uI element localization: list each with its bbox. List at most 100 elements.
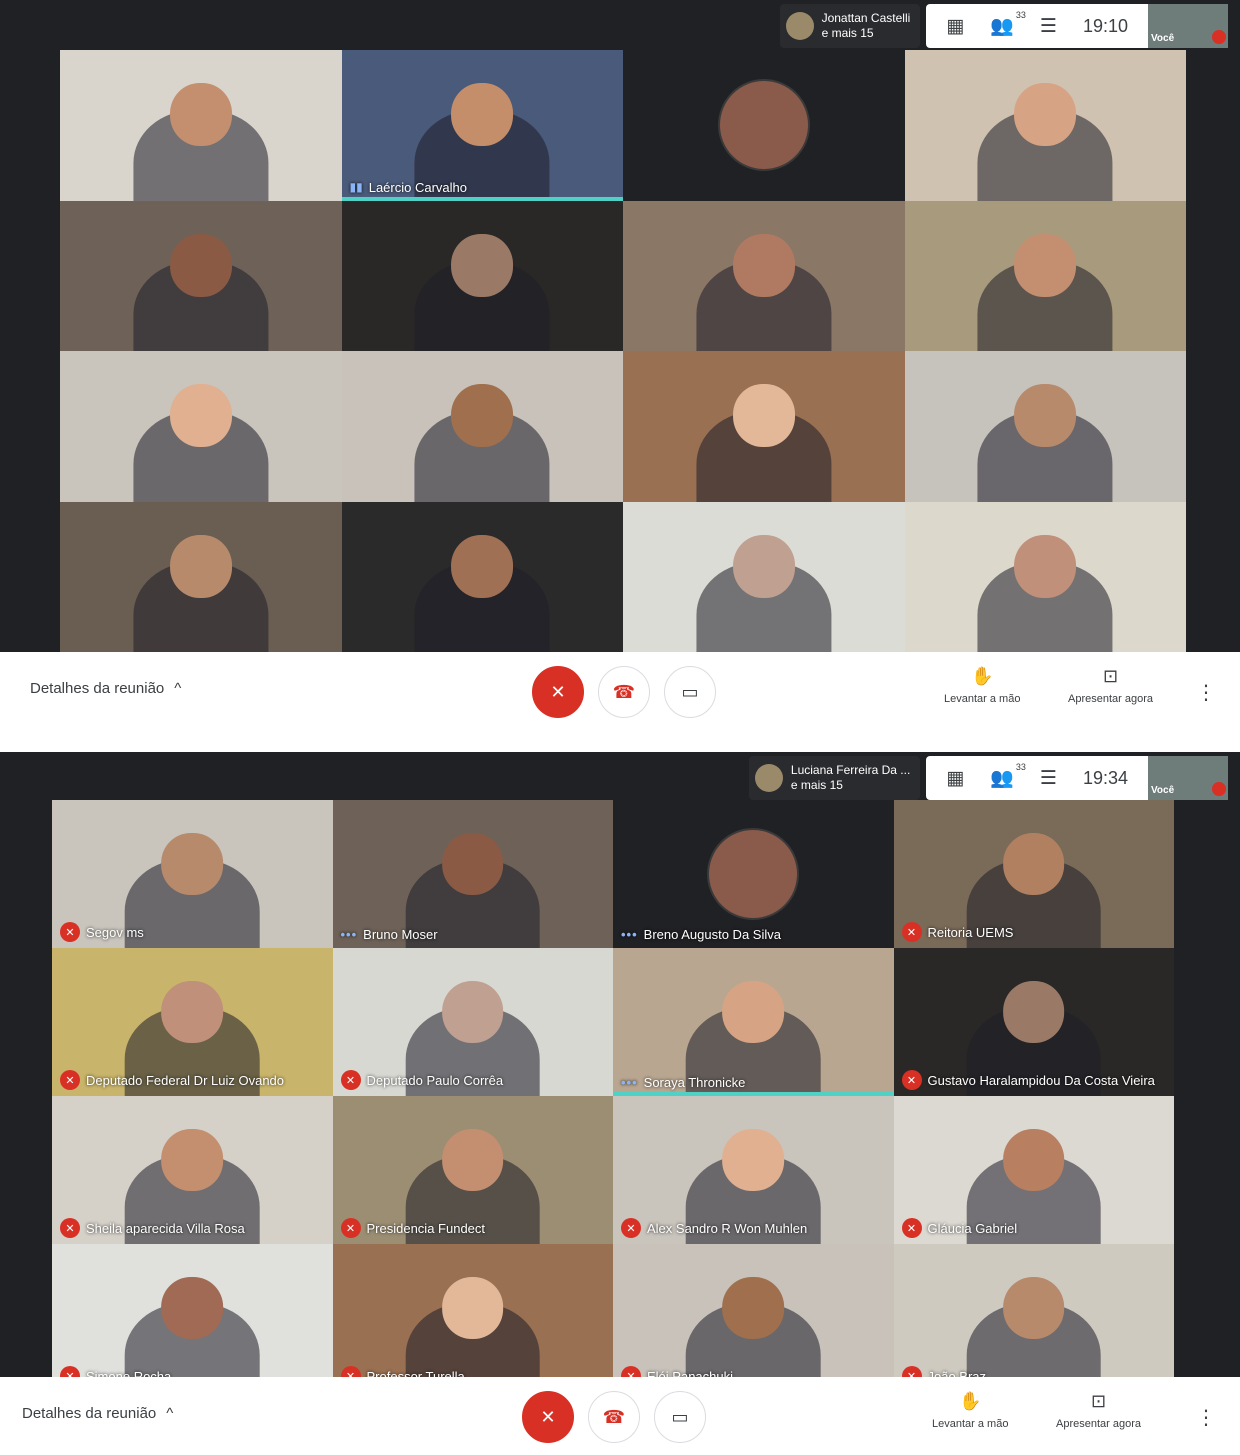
hand-icon: ✋	[971, 666, 994, 686]
participant-tile[interactable]: ✕ Deputado Federal Dr Luiz Ovando	[52, 948, 333, 1096]
raise-hand-button[interactable]: ✋ Levantar a mão	[944, 666, 1020, 705]
present-now-button[interactable]: ⊡ Apresentar agora	[1056, 1391, 1141, 1430]
participant-tile[interactable]: ✕ Presidencia Fundect	[332, 1096, 613, 1244]
mic-off-icon: ✕	[621, 1218, 641, 1238]
participant-face	[161, 1276, 224, 1339]
participant-tile[interactable]: ••• Breno Augusto Da Silva	[613, 800, 894, 948]
participant-face	[1014, 233, 1077, 297]
participant-tile[interactable]: ✕Elói Panachuki	[613, 1244, 894, 1392]
participant-tile[interactable]: ▮▮ Laércio Carvalho	[341, 50, 623, 201]
participant-tile[interactable]	[341, 351, 623, 502]
participant-name-tag: ✕ Segov ms	[60, 922, 144, 942]
self-view[interactable]: Você	[1148, 756, 1228, 800]
participant-face	[732, 534, 795, 598]
participant-name: Sheila aparecida Villa Rosa	[86, 1220, 245, 1236]
participant-tile[interactable]: ••• Soraya Thronicke	[613, 948, 894, 1096]
layout-icon[interactable]: ▦	[946, 767, 964, 790]
participant-tile[interactable]: ✕ Alex Sandro R Won Muhlen	[613, 1096, 894, 1244]
participant-face	[451, 534, 514, 598]
video-grid: ✕ Segov ms ••• Bruno Moser ••• Breno Augusto …	[52, 800, 1174, 1392]
mic-off-icon: ✕	[60, 1218, 80, 1238]
audio-level-icon: •••	[621, 927, 638, 942]
participant-tile[interactable]: ••• Bruno Moser	[332, 800, 613, 948]
presenter-more: e mais 15	[790, 778, 843, 792]
participant-tile[interactable]	[904, 50, 1186, 201]
present-now-button[interactable]: ⊡ Apresentar agora	[1068, 666, 1153, 705]
meeting-details-button[interactable]: Detalhes da reunião ^	[30, 680, 181, 697]
participant-tile[interactable]	[60, 200, 342, 351]
mic-off-icon[interactable]: ✕	[532, 666, 584, 718]
chat-icon[interactable]: ☰	[1040, 767, 1057, 790]
people-icon[interactable]: 👥 33	[990, 10, 1026, 38]
meeting-info-chip: ▦ 👥 33 ☰ 19:34	[926, 756, 1148, 800]
participant-tile[interactable]	[904, 200, 1186, 351]
meeting-details-label: Detalhes da reunião	[22, 1405, 157, 1422]
participant-tile[interactable]: ✕Professor Turella	[332, 1244, 613, 1392]
presenter-name: Luciana Ferreira Da ...	[790, 763, 911, 777]
layout-icon[interactable]: ▦	[946, 15, 964, 38]
participant-name: Bruno Moser	[363, 927, 438, 942]
audio-level-icon: •••	[621, 1075, 638, 1090]
meeting-details-button[interactable]: Detalhes da reunião ^	[22, 1405, 173, 1422]
participant-face	[441, 980, 504, 1043]
self-mute-icon	[1212, 782, 1226, 796]
participant-tile[interactable]: ✕ Deputado Paulo Corrêa	[332, 948, 613, 1096]
participant-face	[441, 832, 504, 895]
mic-off-icon: ✕	[901, 922, 922, 942]
raise-hand-button[interactable]: ✋ Levantar a mão	[932, 1391, 1008, 1430]
participant-tile[interactable]	[60, 501, 342, 652]
participant-tile[interactable]	[904, 501, 1186, 652]
participant-face	[451, 83, 514, 147]
hangup-icon[interactable]: ☎	[588, 1391, 640, 1443]
chat-icon[interactable]: ☰	[1040, 15, 1057, 38]
hangup-icon[interactable]: ☎	[598, 666, 650, 718]
participant-tile[interactable]: ✕ Gláucia Gabriel	[893, 1096, 1174, 1244]
participant-tile[interactable]	[341, 501, 623, 652]
participant-tile[interactable]: ✕Simone Rocha	[52, 1244, 333, 1392]
more-icon[interactable]: ⋮	[1196, 680, 1216, 705]
more-icon[interactable]: ⋮	[1196, 1405, 1216, 1430]
participant-face	[732, 233, 795, 297]
participant-tile[interactable]	[623, 501, 905, 652]
presenter-avatar	[754, 764, 783, 792]
participant-tile[interactable]	[60, 351, 342, 502]
chevron-up-icon: ^	[166, 1405, 174, 1422]
participant-tile[interactable]	[904, 351, 1186, 502]
presenter-name: Jonattan Castelli	[821, 11, 911, 25]
speaking-icon: ▮▮	[349, 180, 363, 194]
participant-name-tag: ✕ Deputado Paulo Corrêa	[340, 1070, 503, 1090]
participant-tile[interactable]: ✕ Segov ms	[52, 800, 333, 948]
participant-face	[169, 233, 232, 297]
presenting-indicator[interactable]: Jonattan Castelli e mais 15	[779, 4, 921, 48]
self-view[interactable]: Você	[1148, 4, 1228, 48]
participant-face	[441, 1128, 504, 1191]
meet-screenshot-2: ✕ Segov ms ••• Bruno Moser ••• Breno Augusto …	[0, 752, 1240, 1455]
hand-icon: ✋	[959, 1391, 982, 1411]
participant-tile[interactable]	[623, 200, 905, 351]
participant-face	[169, 384, 232, 448]
participant-tile[interactable]: ✕João Braz	[893, 1244, 1174, 1392]
participant-tile[interactable]: ✕ Gustavo Haralampidou Da Costa Vieira	[893, 948, 1174, 1096]
participant-tile[interactable]	[341, 200, 623, 351]
participant-face	[451, 384, 514, 448]
camera-icon[interactable]: ▭	[654, 1391, 706, 1443]
camera-icon[interactable]: ▭	[664, 666, 716, 718]
people-icon[interactable]: 👥 33	[990, 762, 1026, 790]
mic-off-icon[interactable]: ✕	[522, 1391, 574, 1443]
participant-name: Deputado Federal Dr Luiz Ovando	[86, 1072, 285, 1088]
call-controls: ✕ ☎ ▭	[532, 666, 716, 718]
participant-avatar	[717, 79, 810, 172]
self-mute-icon	[1212, 30, 1226, 44]
presenting-indicator[interactable]: Luciana Ferreira Da ... e mais 15	[748, 756, 921, 800]
present-now-label: Apresentar agora	[1056, 1418, 1141, 1430]
participant-face	[1014, 83, 1077, 147]
participant-tile[interactable]	[623, 351, 905, 502]
participant-tile[interactable]: ✕ Reitoria UEMS	[893, 800, 1174, 948]
mic-off-icon: ✕	[340, 1070, 361, 1090]
participant-face	[1002, 980, 1065, 1043]
participant-tile[interactable]	[60, 50, 342, 201]
participant-face	[722, 1128, 785, 1191]
participant-tile[interactable]	[623, 50, 905, 201]
participant-tile[interactable]: ✕ Sheila aparecida Villa Rosa	[52, 1096, 333, 1244]
clock-time: 19:34	[1082, 767, 1128, 788]
